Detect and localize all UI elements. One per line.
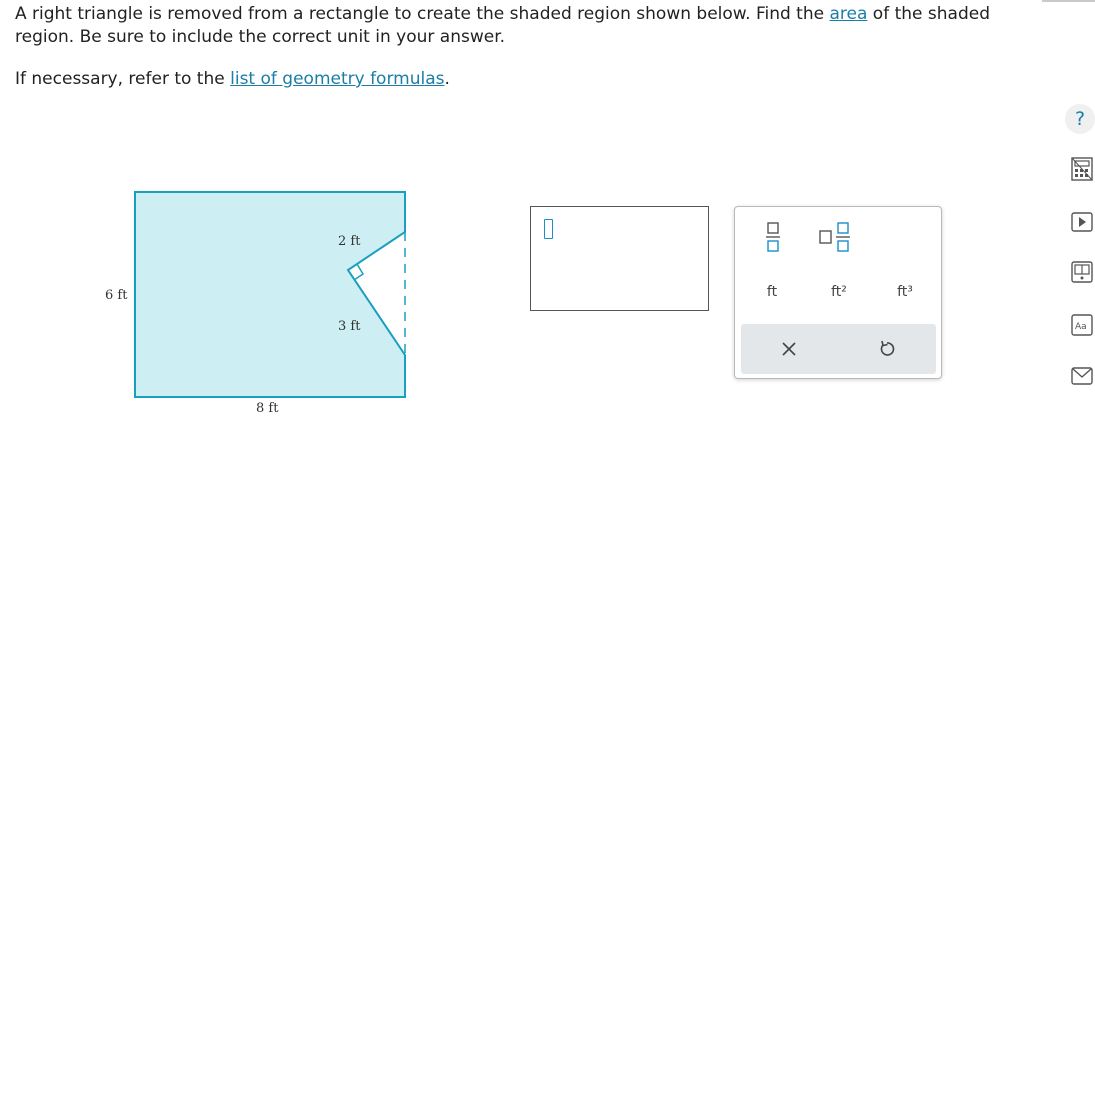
answer-input[interactable] [530, 206, 709, 311]
unit-ft2-button[interactable]: ft² [821, 280, 857, 304]
glossary-button[interactable]: Aa [1068, 311, 1095, 338]
unit-ft-button[interactable]: ft [755, 280, 789, 304]
mixed-number-button[interactable] [815, 217, 857, 257]
help-icon: ? [1074, 108, 1086, 130]
question-text: A right triangle is removed from a recta… [15, 3, 1015, 91]
times-icon [782, 342, 796, 356]
calculator-icon [1070, 156, 1093, 181]
video-icon [1070, 211, 1093, 232]
undo-button[interactable] [869, 334, 905, 364]
clear-button[interactable] [771, 334, 807, 364]
right-angle-marker [353, 263, 365, 281]
palette-action-bar [741, 324, 936, 374]
glossary-icon: Aa [1070, 313, 1093, 336]
top-divider [1042, 0, 1095, 2]
geometry-formulas-link[interactable]: list of geometry formulas [230, 69, 444, 89]
shaded-region-figure: 2 ft 3 ft 6 ft 8 ft [95, 180, 425, 430]
email-icon [1070, 366, 1093, 385]
height-label: 6 ft [105, 288, 128, 303]
top-leg-label: 2 ft [338, 234, 361, 249]
textbook-button[interactable] [1068, 258, 1095, 285]
input-cursor [544, 219, 553, 239]
figure-svg: 2 ft 3 ft 6 ft 8 ft [105, 191, 406, 416]
calculator-button[interactable] [1068, 155, 1095, 182]
svg-text:Aa: Aa [1075, 322, 1087, 332]
question-prompt: A right triangle is removed from a recta… [15, 4, 990, 47]
fraction-button[interactable] [757, 217, 789, 257]
video-button[interactable] [1068, 208, 1095, 235]
area-link[interactable]: area [829, 4, 867, 24]
width-label: 8 ft [256, 401, 279, 416]
fraction-icon [766, 222, 780, 252]
bottom-leg-label: 3 ft [338, 319, 361, 334]
textbook-icon [1070, 260, 1093, 283]
help-button[interactable]: ? [1065, 104, 1095, 134]
formula-reference: If necessary, refer to the list of geome… [15, 69, 450, 89]
email-button[interactable] [1068, 362, 1095, 389]
unit-ft3-button[interactable]: ft³ [887, 280, 923, 304]
undo-icon [880, 340, 895, 356]
mixed-number-icon [819, 222, 850, 252]
math-palette: ft ft² ft³ [734, 206, 942, 379]
shaded-region [134, 191, 406, 398]
